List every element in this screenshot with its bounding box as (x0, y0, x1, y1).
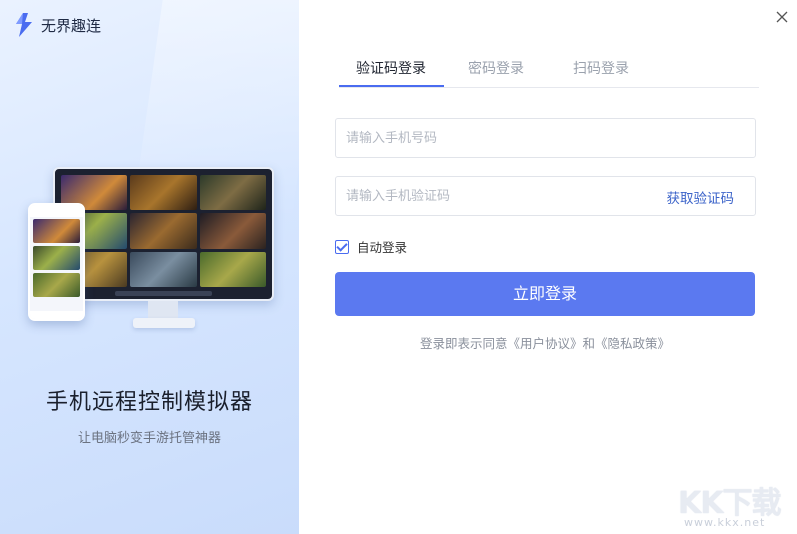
phone-illustration (28, 203, 85, 321)
get-code-button[interactable]: 获取验证码 (667, 187, 735, 207)
checkbox-checked-icon[interactable] (335, 239, 349, 254)
tab-qr-login[interactable]: 扫码登录 (573, 56, 629, 88)
game-tile (199, 251, 266, 287)
code-input[interactable] (346, 177, 646, 215)
tab-password-login[interactable]: 密码登录 (468, 56, 524, 88)
game-tile (199, 175, 266, 211)
tab-sms-login[interactable]: 验证码登录 (356, 56, 426, 88)
brand: 无界趣连 (14, 12, 101, 38)
code-field: 获取验证码 (335, 176, 756, 216)
game-tile (130, 213, 197, 249)
monitor-stand (148, 301, 178, 319)
auto-login[interactable]: 自动登录 (335, 237, 407, 256)
close-icon[interactable] (771, 6, 793, 28)
phone-game-tile (33, 273, 80, 297)
phone-input[interactable] (346, 119, 646, 157)
phone-field (335, 118, 756, 158)
promo-panel: 无界趣连 手机远程控制模拟器 让电脑秒变手游托管神器 (0, 0, 299, 534)
game-tile (130, 251, 197, 287)
watermark: KK下载 www.kkx.net (676, 478, 796, 534)
login-tabs: 验证码登录 密码登录 扫码登录 (339, 56, 759, 88)
lightning-logo-icon (16, 13, 32, 37)
game-tile (130, 175, 197, 211)
phone-game-tile (33, 246, 80, 270)
promo-title: 手机远程控制模拟器 (45, 390, 253, 415)
phone-game-tile (33, 219, 80, 243)
login-button[interactable]: 立即登录 (335, 272, 755, 316)
agreement-text[interactable]: 登录即表示同意《用户协议》和《隐私政策》 (335, 333, 755, 352)
taskbar (115, 291, 212, 296)
monitor-base (133, 318, 195, 328)
app-name: 无界趣连 (41, 16, 102, 35)
active-tab-underline (339, 85, 444, 87)
watermark-url: www.kkx.net (684, 516, 766, 529)
game-tile (199, 213, 266, 249)
monitor-illustration (53, 167, 274, 301)
auto-login-label: 自动登录 (357, 240, 408, 255)
promo-subtitle: 让电脑秒变手游托管神器 (77, 431, 221, 446)
